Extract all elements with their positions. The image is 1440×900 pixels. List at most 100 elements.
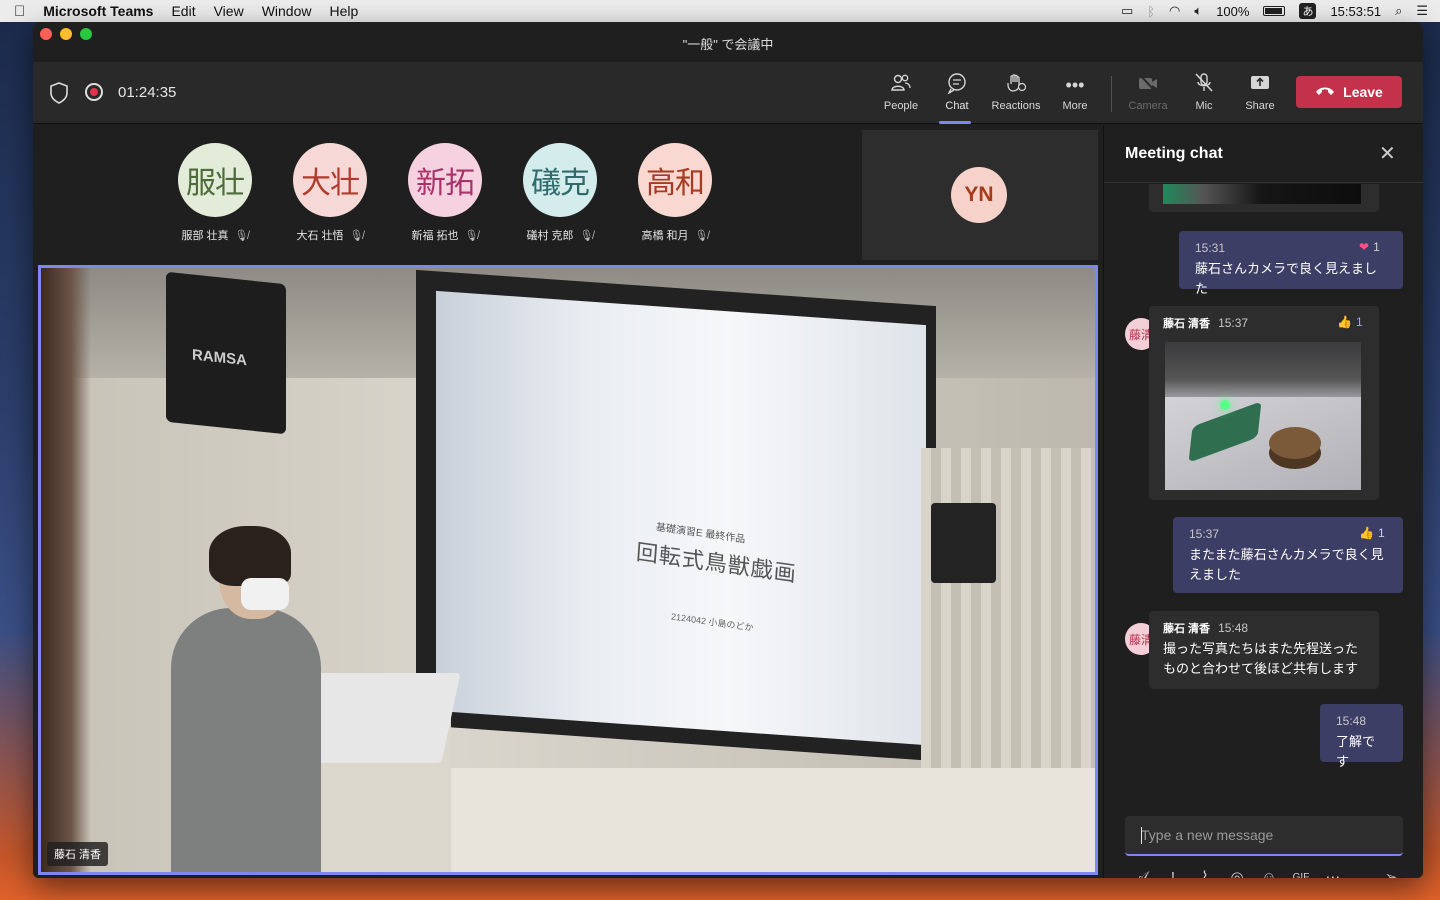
more-options-icon[interactable]: ⋯ <box>1317 868 1349 878</box>
participant-name: 新福 拓也 🎙︎̸ <box>395 227 495 243</box>
chat-message-received[interactable]: 藤石 清香 15:37 👍 1 <box>1149 306 1379 500</box>
share-screen-icon <box>1232 72 1288 98</box>
camera-button[interactable]: Camera <box>1120 72 1176 120</box>
message-text: またまた藤石さんカメラで良く見えました <box>1189 547 1384 582</box>
chat-message-sent[interactable]: 15:31 藤石さんカメラで良く見えました ❤ 1 <box>1179 231 1403 296</box>
more-label: More <box>1062 100 1088 112</box>
shield-icon[interactable] <box>49 82 69 104</box>
foreground-hair <box>41 268 91 872</box>
input-method-icon[interactable]: あ <box>1299 3 1317 19</box>
control-center-icon[interactable]: ☰ <box>1416 3 1428 19</box>
menu-view[interactable]: View <box>214 3 244 19</box>
slide-title: 回転式鳥獣戯画 <box>635 539 798 587</box>
thumbs-up-reaction-icon[interactable]: 👍 1 <box>1359 526 1385 540</box>
menu-edit[interactable]: Edit <box>171 3 195 19</box>
chat-message-received[interactable]: 藤石 清香 15:48 撮った写真たちはまた先程送ったものと合わせて後ほど共有しま… <box>1149 611 1379 689</box>
format-icon[interactable]: 𝒜 <box>1125 869 1157 879</box>
presenter-hair <box>209 526 291 586</box>
close-icon[interactable]: ✕ <box>1379 141 1396 166</box>
previous-image-message[interactable] <box>1149 184 1379 212</box>
slide-author: 2124042 小島のどか <box>670 611 754 633</box>
participant-tile[interactable]: 大壮 大石 壮悟 🎙︎̸ <box>280 143 380 243</box>
mic-muted-icon: 🎙︎̸ <box>349 230 364 242</box>
message-time: 15:48 <box>1218 621 1249 635</box>
meeting-stage: 服壮 服部 壮真 🎙︎̸ 大壮 大石 壮悟 🎙︎̸ 新拓 新福 拓也 🎙︎̸ 礒克 礒… <box>33 125 1101 878</box>
chat-messages[interactable]: 15:31 藤石さんカメラで良く見えました ❤ 1 藤清 藤石 清香 15:37 👍… <box>1104 184 1423 791</box>
menu-help[interactable]: Help <box>329 3 358 19</box>
send-icon[interactable]: ➢ <box>1379 868 1403 878</box>
more-button[interactable]: ••• More <box>1047 72 1103 120</box>
attach-icon[interactable]: ⌇ <box>1189 868 1221 878</box>
menubar-status-area: ▭ ᛒ ◠ 🔈︎ 100% あ 15:53:51 ⌕ ☰ <box>1121 0 1428 22</box>
mic-muted-icon: 🎙︎̸ <box>234 230 249 242</box>
toolbar-divider <box>1111 76 1112 112</box>
reactions-button[interactable]: Reactions <box>988 72 1044 120</box>
app-menu[interactable]: Microsoft Teams <box>43 3 153 19</box>
meeting-chat-panel: Meeting chat ✕ 15:31 藤石さんカメラで良く見えました ❤ 1 … <box>1103 125 1423 878</box>
teams-meeting-window: "一般" で会議中 01:24:35 People Chat Reactions <box>33 22 1423 878</box>
shared-photo[interactable] <box>1165 342 1361 490</box>
chat-label: Chat <box>945 100 969 112</box>
menubar-clock[interactable]: 15:53:51 <box>1330 4 1381 19</box>
apple-menu-icon[interactable]:  <box>14 3 25 20</box>
emoji-icon[interactable]: ☺ <box>1253 869 1285 879</box>
wifi-icon[interactable]: ◠ <box>1169 3 1180 19</box>
people-button[interactable]: People <box>873 72 929 120</box>
camera-off-icon <box>1120 72 1176 98</box>
menu-window[interactable]: Window <box>262 3 312 19</box>
heart-reaction-icon[interactable]: ❤ 1 <box>1359 240 1380 254</box>
message-time: 15:37 <box>1218 316 1249 330</box>
presenter-mask <box>241 578 289 610</box>
mic-off-icon <box>1176 72 1232 98</box>
participant-name-text: 礒村 克郎 <box>526 230 574 242</box>
message-text: 了解です <box>1336 734 1376 769</box>
mic-muted-icon: 🎙︎̸ <box>464 230 479 242</box>
message-text: 藤石さんカメラで良く見えました <box>1195 261 1378 296</box>
self-video-tile[interactable]: YN <box>862 130 1098 260</box>
video-speaker-label: 藤石 清香 <box>47 842 109 866</box>
meeting-timer: 01:24:35 <box>118 84 177 101</box>
chat-title: Meeting chat <box>1125 145 1223 162</box>
photo-led <box>1220 400 1230 410</box>
message-time: 15:37 <box>1189 527 1220 541</box>
participant-name-text: 新福 拓也 <box>411 230 459 242</box>
chat-button[interactable]: Chat <box>929 72 985 124</box>
participant-name: 高橋 和月 🎙︎̸ <box>625 227 725 243</box>
chat-message-sent[interactable]: 15:37 またまた藤石さんカメラで良く見えました 👍 1 <box>1173 517 1403 593</box>
leave-button[interactable]: Leave <box>1296 76 1402 108</box>
airplay-icon[interactable]: ▭ <box>1121 3 1133 19</box>
volume-icon[interactable]: 🔈︎ <box>1194 3 1202 19</box>
participant-avatar: 礒克 <box>523 143 597 217</box>
loop-icon[interactable]: ◎ <box>1221 868 1253 878</box>
main-video-feed[interactable]: RAMSA 基礎演習E 最終作品 回転式鳥獣戯画 2124042 小島のどか 藤 <box>38 265 1098 875</box>
self-avatar: YN <box>951 167 1007 223</box>
share-button[interactable]: Share <box>1232 72 1288 120</box>
message-author: 藤石 清香 <box>1163 623 1211 635</box>
video-wall-speaker <box>931 503 996 583</box>
hang-up-icon <box>1315 84 1335 100</box>
priority-icon[interactable]: ! <box>1157 869 1189 879</box>
leave-label: Leave <box>1343 84 1383 100</box>
chat-message-sent[interactable]: 15:48 了解です <box>1320 704 1403 769</box>
share-label: Share <box>1245 100 1275 112</box>
reactions-hand-icon <box>988 72 1044 98</box>
participant-avatar: 高和 <box>638 143 712 217</box>
mic-button[interactable]: Mic <box>1176 72 1232 120</box>
bluetooth-icon[interactable]: ᛒ <box>1147 4 1155 19</box>
participant-tile[interactable]: 高和 高橋 和月 🎙︎̸ <box>625 143 725 243</box>
more-dots-icon: ••• <box>1065 75 1085 95</box>
spotlight-search-icon[interactable]: ⌕ <box>1395 3 1402 19</box>
participant-tile[interactable]: 新拓 新福 拓也 🎙︎̸ <box>395 143 495 243</box>
participant-tile[interactable]: 服壮 服部 壮真 🎙︎̸ <box>165 143 265 243</box>
compose-toolbar: 𝒜 ! ⌇ ◎ ☺ GIF ⋯ ➢ <box>1125 865 1403 879</box>
gif-icon[interactable]: GIF <box>1285 872 1317 879</box>
participant-tile[interactable]: 礒克 礒村 克郎 🎙︎̸ <box>510 143 610 243</box>
message-compose-box[interactable]: Type a new message <box>1125 816 1403 856</box>
participant-avatar: 新拓 <box>408 143 482 217</box>
people-icon <box>873 72 929 98</box>
presenter-body <box>171 608 321 872</box>
thumbs-up-reaction-icon[interactable]: 👍 1 <box>1337 315 1363 329</box>
battery-icon[interactable] <box>1263 6 1286 16</box>
reaction-count: 1 <box>1377 526 1385 540</box>
window-titlebar: "一般" で会議中 <box>33 22 1423 62</box>
